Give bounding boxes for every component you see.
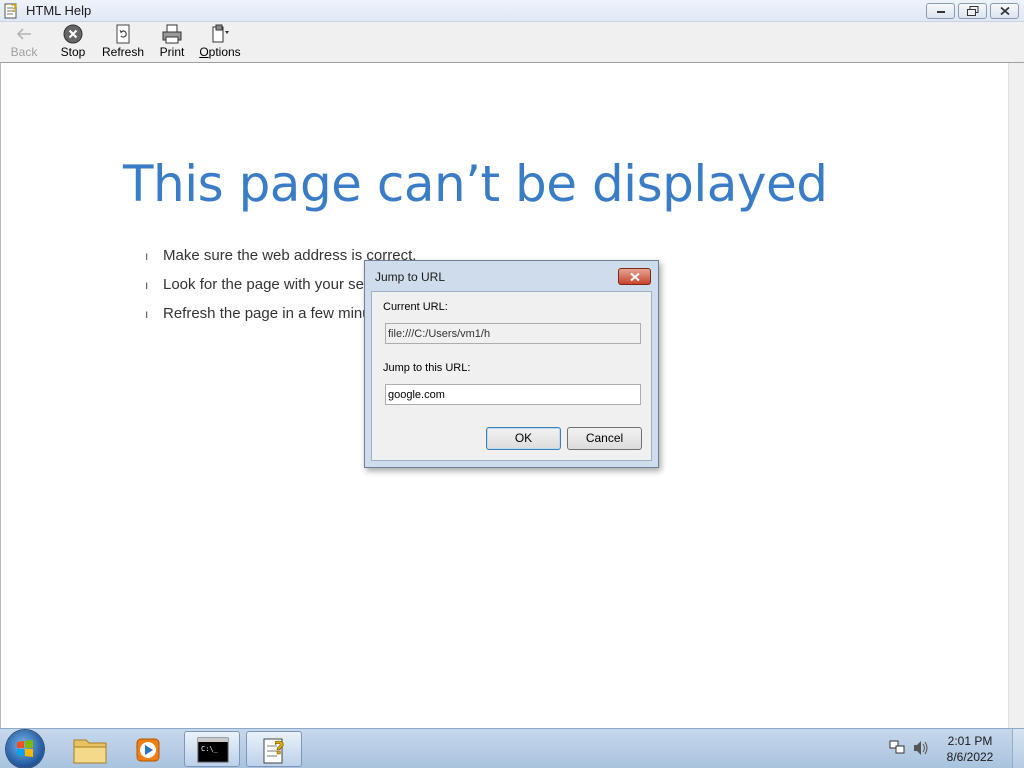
tip-text: Refresh the page in a few minu [163,305,371,322]
refresh-button[interactable]: Refresh [100,24,146,61]
jump-url-input[interactable] [385,384,641,405]
dialog-close-button[interactable] [618,268,651,285]
print-label: Print [159,45,185,59]
html-help-taskbar-button[interactable]: ? [246,731,302,767]
print-button[interactable]: Print [155,24,189,61]
close-icon [999,6,1010,16]
jump-url-label: Jump to this URL: [383,362,471,374]
tray-icons [889,740,928,755]
svg-text:?: ? [11,2,17,15]
restore-button[interactable] [958,3,987,19]
svg-text:?: ? [274,738,284,759]
start-button[interactable] [6,730,44,768]
media-player-icon [136,738,160,762]
back-button[interactable]: Back [6,24,42,61]
command-prompt-button[interactable]: C:\_ [184,731,240,767]
bullet-icon: ı [145,278,149,292]
jump-to-url-dialog: Jump to URL Current URL: Jump to this UR… [364,260,659,468]
taskbar: C:\_ ? 2:01 PM 8/6/2022 [0,728,1024,768]
stop-icon [63,24,83,44]
clock-date: 8/6/2022 [946,750,994,764]
printer-icon [162,24,182,44]
clock-time: 2:01 PM [947,734,993,748]
tip-text: Look for the page with your se [163,276,364,293]
close-icon [629,272,640,281]
page-heading: This page can’t be displayed [123,155,828,213]
network-icon [889,740,905,754]
close-button[interactable] [990,3,1019,19]
minimize-button[interactable] [926,3,955,19]
current-url-field [385,323,641,344]
window-title: HTML Help [26,3,92,18]
file-explorer-button[interactable] [62,731,118,767]
command-prompt-icon: C:\_ [197,737,229,763]
bullet-icon: ı [145,249,149,263]
ok-button[interactable]: OK [486,427,561,450]
vertical-scrollbar[interactable] [1008,63,1024,728]
stop-button[interactable]: Stop [56,24,90,61]
show-desktop-button[interactable] [1012,729,1024,768]
bullet-icon: ı [145,307,149,321]
back-label: Back [10,45,38,59]
current-url-label: Current URL: [383,301,448,313]
media-player-button[interactable] [120,731,176,767]
options-label: Options [199,45,241,59]
minimize-icon [936,11,945,13]
windows-logo-icon [17,740,33,757]
dialog-body: Current URL: Jump to this URL: OK Cancel [371,291,652,461]
stop-label: Stop [60,45,86,59]
cancel-button[interactable]: Cancel [567,427,642,450]
clock[interactable]: 2:01 PM 8/6/2022 [940,733,1000,765]
volume-icon [914,741,928,755]
help-document-icon: ? [4,2,17,19]
options-button[interactable]: Options [197,24,243,61]
back-arrow-icon [16,28,31,40]
restore-icon [966,6,978,16]
dialog-title: Jump to URL [375,270,446,284]
title-bar: ? HTML Help [0,0,1024,22]
svg-text:C:\_: C:\_ [201,745,219,753]
folder-icon [73,739,107,764]
options-icon [212,24,229,43]
html-help-icon: ? [263,738,285,764]
toolbar: Back Stop Refresh Print Options [0,22,1024,63]
system-tray [888,738,932,763]
refresh-icon [116,24,130,44]
refresh-label: Refresh [101,45,145,59]
